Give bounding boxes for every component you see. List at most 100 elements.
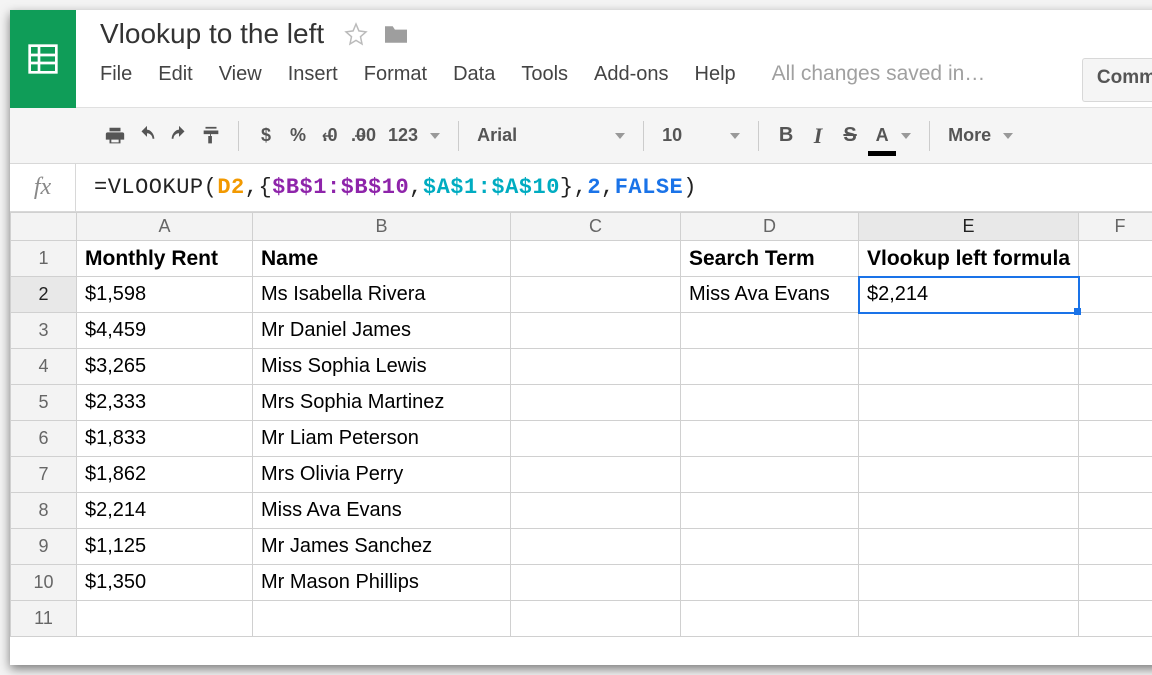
cell-D3[interactable] <box>681 313 859 349</box>
menu-view[interactable]: View <box>219 63 262 86</box>
row-header-4[interactable]: 4 <box>11 349 77 385</box>
cell-B1[interactable]: Name <box>253 241 511 277</box>
cell-F1[interactable] <box>1079 241 1152 277</box>
cell-B3[interactable]: Mr Daniel James <box>253 313 511 349</box>
cell-C9[interactable] <box>511 529 681 565</box>
cell-B10[interactable]: Mr Mason Phillips <box>253 565 511 601</box>
cell-A9[interactable]: $1,125 <box>77 529 253 565</box>
cell-E8[interactable] <box>859 493 1079 529</box>
cell-B2[interactable]: Ms Isabella Rivera <box>253 277 511 313</box>
cell-F11[interactable] <box>1079 601 1152 637</box>
redo-button[interactable] <box>164 120 194 152</box>
row-header-5[interactable]: 5 <box>11 385 77 421</box>
cell-C1[interactable] <box>511 241 681 277</box>
cell-F3[interactable] <box>1079 313 1152 349</box>
cell-E1[interactable]: Vlookup left formula <box>859 241 1079 277</box>
cell-D9[interactable] <box>681 529 859 565</box>
text-color-button[interactable]: A <box>867 120 897 152</box>
cell-E4[interactable] <box>859 349 1079 385</box>
cell-A7[interactable]: $1,862 <box>77 457 253 493</box>
percent-button[interactable]: % <box>283 120 313 152</box>
cell-B7[interactable]: Mrs Olivia Perry <box>253 457 511 493</box>
cell-A1[interactable]: Monthly Rent <box>77 241 253 277</box>
cell-D6[interactable] <box>681 421 859 457</box>
row-header-11[interactable]: 11 <box>11 601 77 637</box>
cell-E6[interactable] <box>859 421 1079 457</box>
cell-D1[interactable]: Search Term <box>681 241 859 277</box>
cell-F8[interactable] <box>1079 493 1152 529</box>
row-header-10[interactable]: 10 <box>11 565 77 601</box>
cell-A5[interactable]: $2,333 <box>77 385 253 421</box>
cell-A11[interactable] <box>77 601 253 637</box>
column-header-B[interactable]: B <box>253 213 511 241</box>
menu-addons[interactable]: Add-ons <box>594 63 669 86</box>
cell-C2[interactable] <box>511 277 681 313</box>
font-family-dropdown[interactable]: Arial <box>471 125 631 146</box>
cell-D5[interactable] <box>681 385 859 421</box>
strikethrough-button[interactable]: S <box>835 120 865 152</box>
chevron-down-icon[interactable] <box>901 133 911 139</box>
spreadsheet-grid[interactable]: ABCDEF 1Monthly RentName Search TermVlooku… <box>10 212 1152 665</box>
row-header-6[interactable]: 6 <box>11 421 77 457</box>
column-header-F[interactable]: F <box>1079 213 1152 241</box>
column-header-A[interactable]: A <box>77 213 253 241</box>
select-all-corner[interactable] <box>11 213 77 241</box>
menu-insert[interactable]: Insert <box>288 63 338 86</box>
cell-C7[interactable] <box>511 457 681 493</box>
column-header-C[interactable]: C <box>511 213 681 241</box>
cell-E2[interactable]: $2,214 <box>859 277 1079 313</box>
cell-D2[interactable]: Miss Ava Evans <box>681 277 859 313</box>
formula-input[interactable]: =VLOOKUP(D2,{$B$1:$B$10,$A$1:$A$10},2,FA… <box>76 175 697 200</box>
cell-F7[interactable] <box>1079 457 1152 493</box>
menu-format[interactable]: Format <box>364 63 427 86</box>
cell-D7[interactable] <box>681 457 859 493</box>
cell-F5[interactable] <box>1079 385 1152 421</box>
row-header-1[interactable]: 1 <box>11 241 77 277</box>
cell-F2[interactable] <box>1079 277 1152 313</box>
more-button[interactable]: More <box>942 125 1019 146</box>
menu-help[interactable]: Help <box>695 63 736 86</box>
cell-C10[interactable] <box>511 565 681 601</box>
decrease-decimal-button[interactable]: .0 <box>315 120 345 152</box>
row-header-2[interactable]: 2 <box>11 277 77 313</box>
cell-A8[interactable]: $2,214 <box>77 493 253 529</box>
cell-C6[interactable] <box>511 421 681 457</box>
document-title[interactable]: Vlookup to the left <box>100 20 324 48</box>
row-header-9[interactable]: 9 <box>11 529 77 565</box>
cell-D11[interactable] <box>681 601 859 637</box>
row-header-3[interactable]: 3 <box>11 313 77 349</box>
sheets-logo[interactable] <box>10 10 76 108</box>
cell-B11[interactable] <box>253 601 511 637</box>
undo-button[interactable] <box>132 120 162 152</box>
cell-B4[interactable]: Miss Sophia Lewis <box>253 349 511 385</box>
cell-E11[interactable] <box>859 601 1079 637</box>
cell-C5[interactable] <box>511 385 681 421</box>
cell-C3[interactable] <box>511 313 681 349</box>
increase-decimal-button[interactable]: .00 <box>347 120 380 152</box>
bold-button[interactable]: B <box>771 120 801 152</box>
cell-B9[interactable]: Mr James Sanchez <box>253 529 511 565</box>
row-header-7[interactable]: 7 <box>11 457 77 493</box>
cell-F4[interactable] <box>1079 349 1152 385</box>
cell-A6[interactable]: $1,833 <box>77 421 253 457</box>
cell-A3[interactable]: $4,459 <box>77 313 253 349</box>
comments-button[interactable]: Comm <box>1082 58 1152 102</box>
menu-tools[interactable]: Tools <box>521 63 568 86</box>
paint-format-button[interactable] <box>196 120 226 152</box>
currency-button[interactable]: $ <box>251 120 281 152</box>
cell-E7[interactable] <box>859 457 1079 493</box>
cell-A4[interactable]: $3,265 <box>77 349 253 385</box>
cell-B6[interactable]: Mr Liam Peterson <box>253 421 511 457</box>
font-size-dropdown[interactable]: 10 <box>656 125 746 146</box>
cell-A2[interactable]: $1,598 <box>77 277 253 313</box>
cell-C4[interactable] <box>511 349 681 385</box>
cell-E5[interactable] <box>859 385 1079 421</box>
cell-F6[interactable] <box>1079 421 1152 457</box>
column-header-D[interactable]: D <box>681 213 859 241</box>
cell-F9[interactable] <box>1079 529 1152 565</box>
menu-file[interactable]: File <box>100 63 132 86</box>
row-header-8[interactable]: 8 <box>11 493 77 529</box>
cell-D8[interactable] <box>681 493 859 529</box>
cell-B5[interactable]: Mrs Sophia Martinez <box>253 385 511 421</box>
column-header-E[interactable]: E <box>859 213 1079 241</box>
